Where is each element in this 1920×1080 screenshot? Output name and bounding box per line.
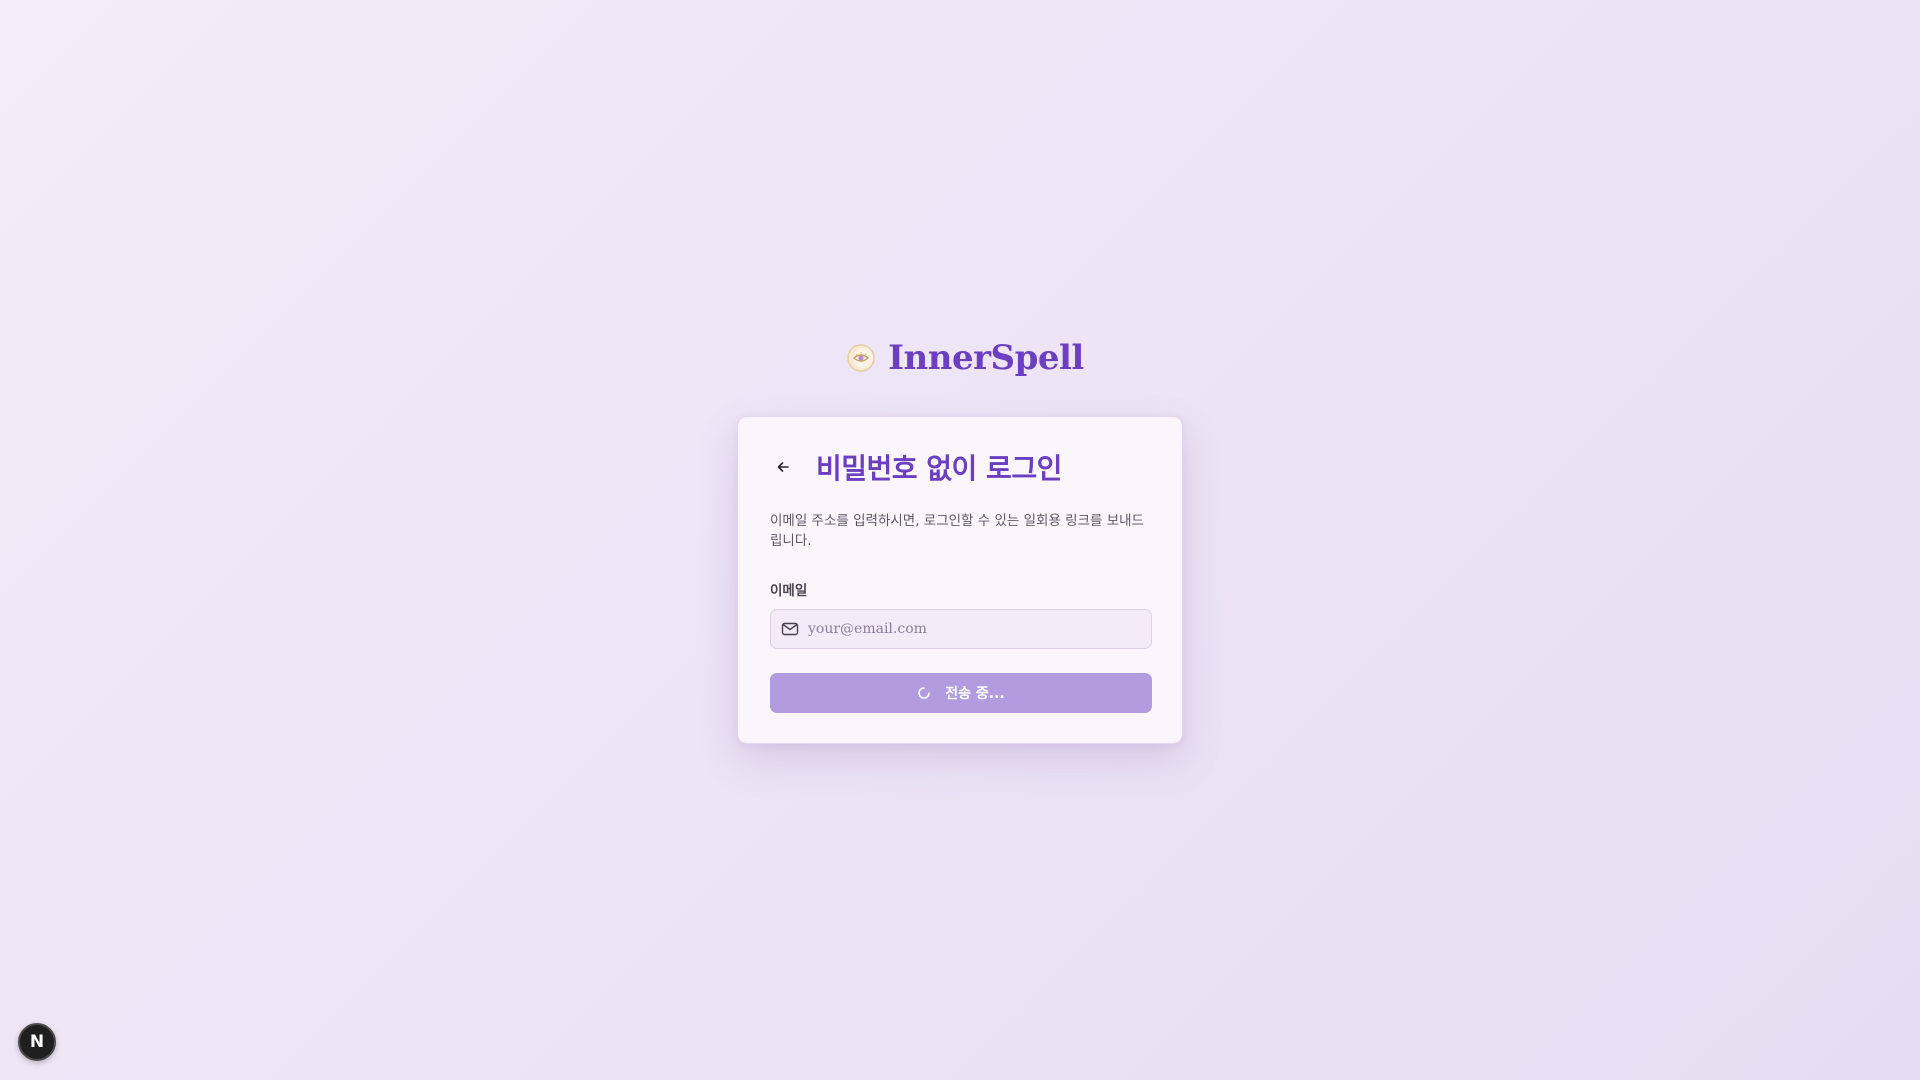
email-label: 이메일 — [770, 583, 808, 599]
back-button[interactable] — [770, 454, 796, 480]
email-field-wrapper — [770, 609, 1152, 649]
devtools-badge[interactable]: N — [18, 1023, 56, 1061]
submit-label: 전송 중... — [945, 686, 1005, 702]
brand-name: InnerSpell — [888, 338, 1084, 378]
submit-button[interactable]: 전송 중... — [770, 673, 1152, 713]
login-card: 비밀번호 없이 로그인 이메일 주소를 입력하시면, 로그인할 수 있는 일회용… — [737, 416, 1183, 744]
brand-logo: InnerSpell — [0, 338, 1920, 378]
mystic-eye-icon — [846, 343, 876, 373]
card-header: 비밀번호 없이 로그인 — [770, 447, 1062, 487]
email-input[interactable] — [808, 610, 1128, 648]
description-text: 이메일 주소를 입력하시면, 로그인할 수 있는 일회용 링크를 보내드립니다. — [770, 513, 1144, 549]
devtools-badge-label: N — [29, 1032, 45, 1052]
arrow-left-icon — [777, 462, 789, 472]
spinner-icon — [917, 686, 931, 700]
page-title: 비밀번호 없이 로그인 — [816, 452, 1062, 485]
mail-icon — [781, 620, 799, 638]
